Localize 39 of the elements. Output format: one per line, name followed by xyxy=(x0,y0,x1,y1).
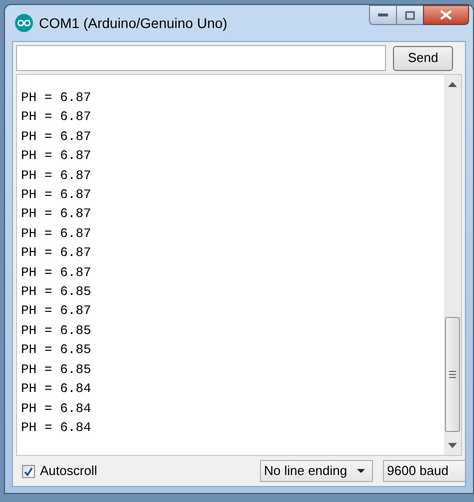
window-title: COM1 (Arduino/Genuino Uno) xyxy=(39,14,228,33)
output-line: PH = 6.87 xyxy=(21,186,92,204)
scrollbar[interactable] xyxy=(444,75,461,455)
line-ending-dropdown[interactable]: No line ending xyxy=(260,460,373,482)
output-line: PH = 6.87 xyxy=(21,128,92,146)
send-input-field[interactable] xyxy=(16,45,386,71)
output-line: PH = 6.84 xyxy=(21,380,92,398)
output-line: PH = 6.87 xyxy=(21,244,92,262)
maximize-button[interactable] xyxy=(397,5,423,25)
autoscroll-label: Autoscroll xyxy=(40,462,98,480)
output-line: PH = 6.84 xyxy=(21,418,92,437)
output-line: PH = 6.87 xyxy=(21,147,92,166)
output-line: PH = 6.87 xyxy=(21,166,92,185)
output-line: PH = 6.87 xyxy=(21,302,92,320)
minimize-icon xyxy=(378,13,388,17)
output-line: PH = 6.87 xyxy=(21,89,92,107)
output-line: PH = 6.85 xyxy=(21,283,92,302)
send-button[interactable]: Send xyxy=(393,46,453,70)
grip-icon xyxy=(449,371,456,378)
checkmark-icon xyxy=(24,466,33,476)
minimize-button[interactable] xyxy=(369,5,397,25)
dropdown-caret-icon xyxy=(357,469,365,473)
output-line: PH = 6.87 xyxy=(21,224,92,243)
output-line: PH = 6.87 xyxy=(21,108,92,126)
baud-rate-dropdown[interactable]: 9600 baud xyxy=(383,460,465,482)
output-line: PH = 6.85 xyxy=(21,341,92,360)
output-line: PH = 6.84 xyxy=(21,400,92,418)
scroll-down-icon[interactable] xyxy=(448,443,457,448)
autoscroll-checkbox[interactable] xyxy=(22,464,35,478)
output-line: PH = 6.85 xyxy=(21,322,92,340)
close-icon xyxy=(440,10,452,20)
app-logo-icon xyxy=(15,14,33,32)
scroll-thumb[interactable] xyxy=(445,317,460,432)
output-line: PH = 6.85 xyxy=(21,360,92,379)
output-line: PH = 6.87 xyxy=(21,264,92,282)
maximize-icon xyxy=(405,10,415,20)
close-button[interactable] xyxy=(423,5,469,25)
output-line: PH = 6.87 xyxy=(21,205,92,224)
scroll-up-icon[interactable] xyxy=(448,82,457,87)
